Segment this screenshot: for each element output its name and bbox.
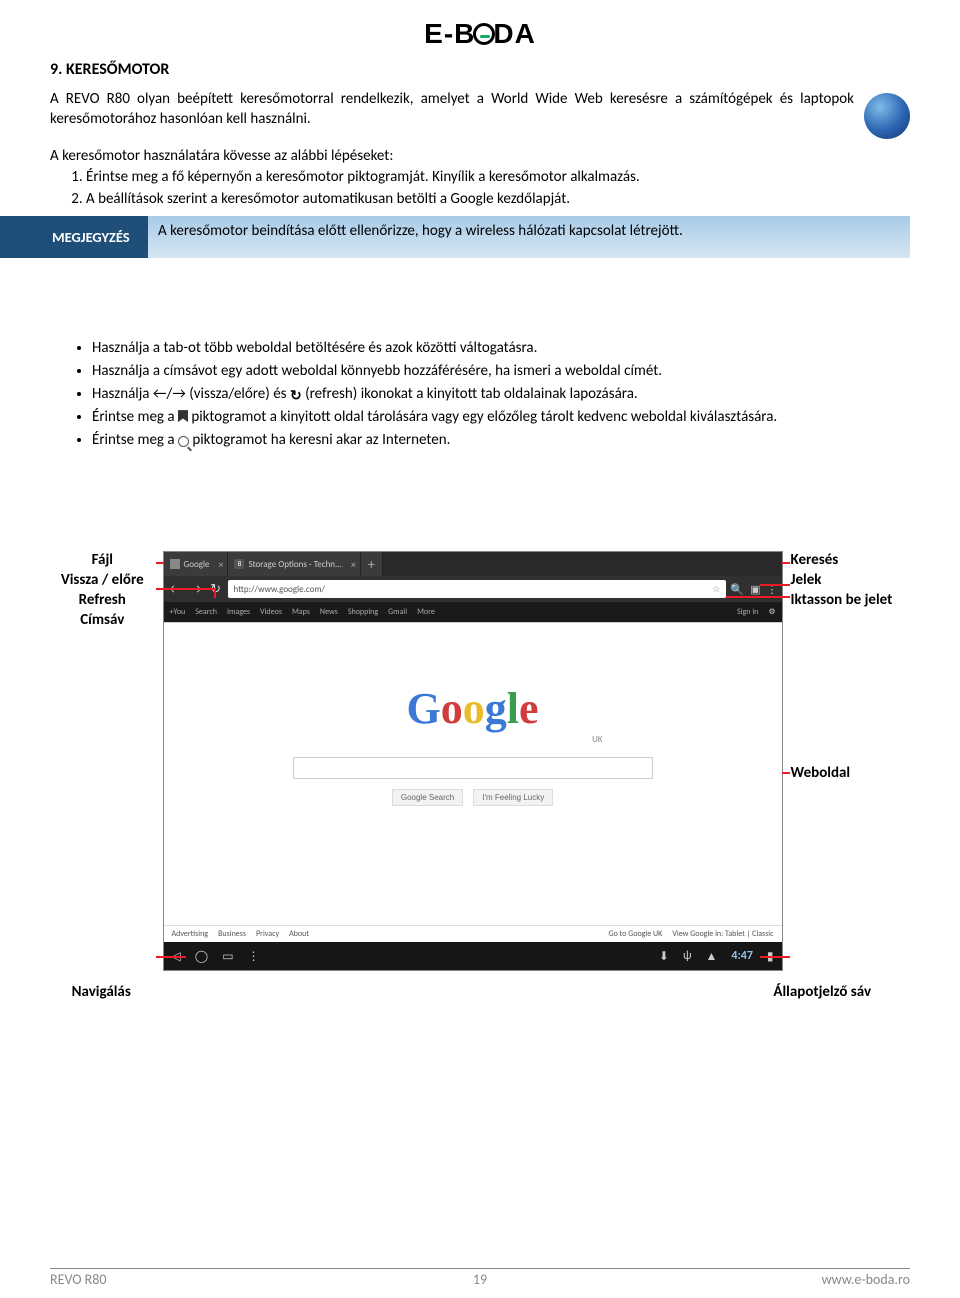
refresh-icon: ↻ [290, 386, 302, 406]
step-item: Érintse meg a fő képernyőn a keresőmotor… [86, 167, 910, 187]
right-callouts: Keresés Jelek Iktasson be jelet Weboldal [791, 551, 910, 784]
google-search-button[interactable]: Google Search [392, 789, 463, 806]
nav-menu-icon[interactable]: ⋮ [248, 949, 260, 964]
footer-link[interactable]: About [289, 929, 309, 939]
close-tab-icon[interactable]: × [351, 558, 356, 571]
globe-icon [864, 93, 910, 139]
note-box: MEGJEGYZÉS A keresőmotor beindítása előt… [0, 216, 910, 258]
signin-button[interactable]: Sign in [737, 607, 758, 617]
menu-link[interactable]: Maps [292, 607, 310, 617]
bullet-item: Érintse meg a piktogramot ha keresni aka… [92, 430, 910, 451]
section-title: 9. KERESŐMOTOR [50, 60, 910, 79]
google-search-input[interactable] [293, 757, 653, 779]
menu-link[interactable]: Search [195, 607, 217, 617]
search-icon[interactable]: 🔍 [730, 583, 744, 596]
close-tab-icon[interactable]: × [219, 558, 224, 571]
callout-webpage: Weboldal [791, 764, 910, 782]
google-region: UK [343, 734, 603, 745]
tab-strip: Google× 8Storage Options - Techn...× + [164, 552, 782, 576]
intro-paragraph: A REVO R80 olyan beépített keresőmotorra… [50, 89, 864, 130]
google-footer: Advertising Business Privacy About Go to… [164, 925, 782, 942]
callout-search: Keresés [791, 551, 910, 569]
bullet-item: Használja a tab-ot több weboldal betölté… [92, 338, 910, 359]
menu-link[interactable]: News [320, 607, 338, 617]
nav-home-icon[interactable]: ◯ [195, 949, 208, 964]
brand-logo: E-B DA [50, 18, 910, 50]
nav-recent-icon[interactable]: ▭ [222, 949, 233, 964]
logo-left: E-B [424, 18, 475, 49]
menu-link[interactable]: Images [227, 607, 250, 617]
star-icon[interactable]: ☆ [712, 584, 720, 595]
menu-link[interactable]: More [417, 607, 435, 617]
callout-navigation: Navigálás [50, 983, 152, 1001]
menu-link[interactable]: Gmail [388, 607, 407, 617]
bullet-item: Használja a címsávot egy adott weboldal … [92, 361, 910, 382]
menu-link[interactable]: Videos [260, 607, 282, 617]
google-lucky-button[interactable]: I'm Feeling Lucky [473, 789, 553, 806]
callout-file: Fájl [50, 551, 155, 569]
menu-link[interactable]: +You [170, 607, 186, 617]
search-icon [178, 436, 189, 447]
callout-statusbar: Állapotjelző sáv [773, 983, 910, 1001]
callout-bookmarks: Jelek [791, 571, 910, 589]
bullet-item: Használja ←/→ (vissza/előre) és ↻ (refre… [92, 384, 910, 406]
wifi-icon: ▲ [705, 949, 717, 964]
download-icon: ⬇ [659, 949, 669, 964]
bullet-item: Érintse meg a piktogramot a kinyitott ol… [92, 407, 910, 428]
callout-back-forward: Vissza / előre [50, 571, 155, 589]
favicon-icon [170, 559, 180, 569]
google-logo: Google [164, 623, 782, 734]
tab[interactable]: 8Storage Options - Techn...× [228, 552, 360, 576]
footer-link[interactable]: Privacy [256, 929, 279, 939]
bookmark-icon [178, 410, 188, 422]
step-item: A beállítások szerint a keresőmotor auto… [86, 189, 910, 209]
steps-intro: A keresőmotor használatára kövesse az al… [50, 147, 910, 165]
footer-link[interactable]: Advertising [172, 929, 209, 939]
browser-mock: Google× 8Storage Options - Techn...× + ←… [163, 551, 783, 971]
logo-right: DA [493, 18, 535, 49]
usb-icon: ψ [683, 949, 692, 964]
page-number: 19 [50, 1271, 910, 1288]
page-footer: REVO R80 19 www.e-boda.ro [50, 1268, 910, 1288]
steps-list: Érintse meg a fő képernyőn a keresőmotor… [50, 167, 910, 210]
footer-link[interactable]: View Google in: Tablet | Classic [672, 929, 773, 939]
footer-link[interactable]: Go to Google UK [608, 929, 662, 939]
menu-link[interactable]: Shopping [348, 607, 378, 617]
feature-bullets: Használja a tab-ot több weboldal betölté… [50, 338, 910, 452]
footer-link[interactable]: Business [218, 929, 246, 939]
browser-figure: Fájl Vissza / előre Refresh Címsáv Googl… [50, 551, 910, 971]
favicon-icon: 8 [234, 559, 244, 569]
page-body: Google UK Google Search I'm Feeling Luck… [164, 622, 782, 942]
url-bar: ← → ↻ http://www.google.com/ ☆ 🔍 ▣ ⋮ [164, 576, 782, 602]
settings-icon[interactable]: ⚙ [768, 607, 775, 617]
address-input[interactable]: http://www.google.com/ ☆ [228, 580, 727, 598]
google-topbar: +You Search Images Videos Maps News Shop… [164, 602, 782, 622]
left-callouts: Fájl Vissza / előre Refresh Címsáv [50, 551, 155, 631]
callout-add-bookmark: Iktasson be jelet [791, 591, 910, 609]
status-time: 4:47 [731, 949, 753, 964]
android-navbar: ◁ ◯ ▭ ⋮ ⬇ ψ ▲ 4:47 ▮ [164, 942, 782, 970]
callout-addressbar: Címsáv [50, 611, 155, 629]
tab[interactable]: Google× [164, 552, 229, 576]
new-tab-button[interactable]: + [361, 552, 383, 576]
callout-refresh: Refresh [50, 591, 155, 609]
note-label: MEGJEGYZÉS [0, 216, 148, 258]
note-content: A keresőmotor beindítása előtt ellenőriz… [148, 216, 910, 258]
